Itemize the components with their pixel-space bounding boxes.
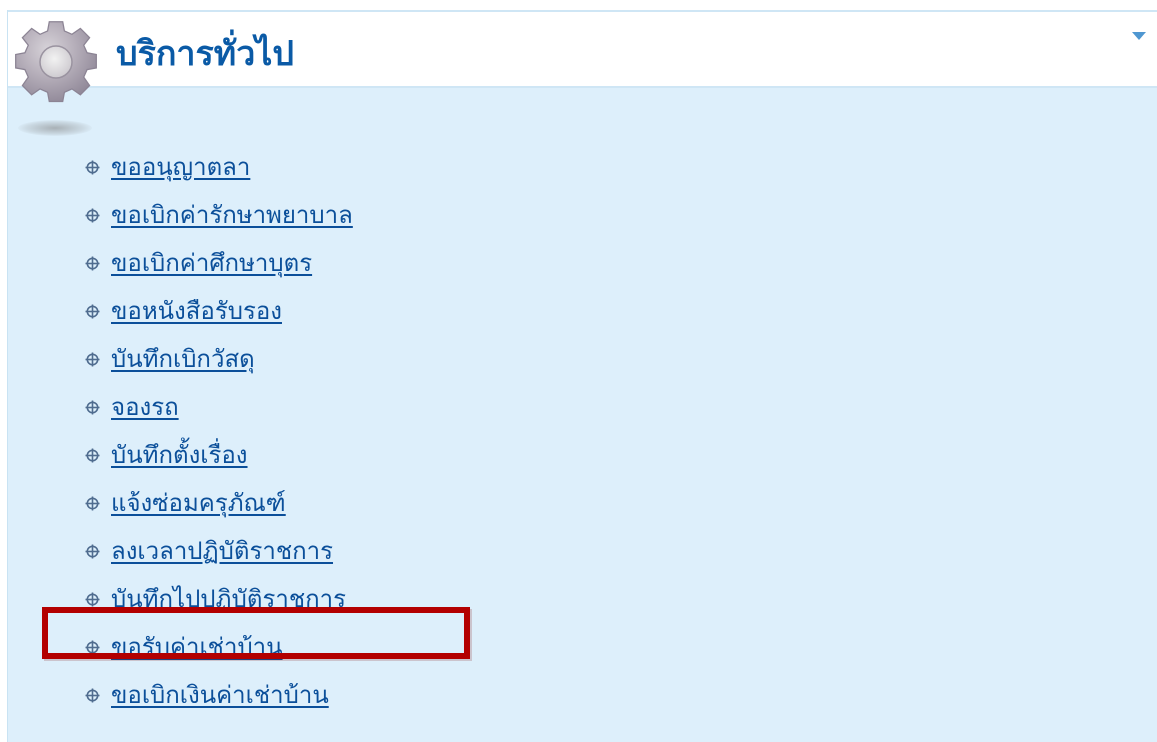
case-memo-link[interactable]: บันทึกตั้งเรื่อง (111, 440, 248, 470)
collapse-arrow-icon[interactable] (1132, 32, 1146, 40)
bullet-cross-icon (85, 208, 100, 222)
bullet-cross-icon (85, 352, 100, 366)
official-duty-record-link[interactable]: บันทึกไปปฏิบัติราชการ (111, 584, 346, 614)
gear-shadow (18, 120, 92, 136)
bullet-cross-icon (85, 304, 100, 318)
list-item: บันทึกไปปฏิบัติราชการ (84, 575, 353, 623)
vehicle-booking-link[interactable]: จองรถ (111, 392, 179, 422)
list-item: แจ้งซ่อมครุภัณฑ์ (84, 479, 353, 527)
list-item: ขอเบิกเงินค่าเช่าบ้าน (84, 671, 353, 719)
list-item: ขอเบิกค่ารักษาพยาบาล (84, 191, 353, 239)
list-item: ขออนุญาตลา (84, 143, 353, 191)
bullet-cross-icon (85, 592, 100, 606)
supplies-withdrawal-link[interactable]: บันทึกเบิกวัสดุ (111, 344, 255, 374)
list-item: บันทึกตั้งเรื่อง (84, 431, 353, 479)
panel-title: บริการทั่วไป (116, 34, 294, 74)
house-rent-claim-link[interactable]: ขอรับค่าเช่าบ้าน (111, 632, 283, 662)
list-item: จองรถ (84, 383, 353, 431)
list-item: ลงเวลาปฏิบัติราชการ (84, 527, 353, 575)
list-item: บันทึกเบิกวัสดุ (84, 335, 353, 383)
attendance-record-link[interactable]: ลงเวลาปฏิบัติราชการ (111, 536, 333, 566)
bullet-cross-icon (85, 640, 100, 654)
certificate-request-link[interactable]: ขอหนังสือรับรอง (111, 296, 282, 326)
bullet-cross-icon (85, 256, 100, 270)
bullet-cross-icon (85, 496, 100, 510)
equipment-repair-link[interactable]: แจ้งซ่อมครุภัณฑ์ (111, 488, 286, 518)
leave-request-link[interactable]: ขออนุญาตลา (111, 152, 250, 182)
bullet-cross-icon (85, 688, 100, 702)
bullet-cross-icon (85, 448, 100, 462)
bullet-cross-icon (85, 544, 100, 558)
list-item: ขอรับค่าเช่าบ้าน (84, 623, 353, 671)
service-menu: ขออนุญาตลา ขอเบิกค่ารักษาพยาบาล ขอเบิกค่… (84, 143, 353, 719)
bullet-cross-icon (85, 160, 100, 174)
general-services-panel: บริการทั่วไป ขออนุญาตลา ขอเบิกค่ารักษาพย… (7, 10, 1157, 742)
list-item: ขอหนังสือรับรอง (84, 287, 353, 335)
panel-header: บริการทั่วไป (8, 10, 1157, 88)
education-reimbursement-link[interactable]: ขอเบิกค่าศึกษาบุตร (111, 248, 312, 278)
house-rent-withdrawal-link[interactable]: ขอเบิกเงินค่าเช่าบ้าน (111, 680, 329, 710)
list-item: ขอเบิกค่าศึกษาบุตร (84, 239, 353, 287)
medical-reimbursement-link[interactable]: ขอเบิกค่ารักษาพยาบาล (111, 200, 353, 230)
gear-icon (15, 21, 97, 103)
bullet-cross-icon (85, 400, 100, 414)
